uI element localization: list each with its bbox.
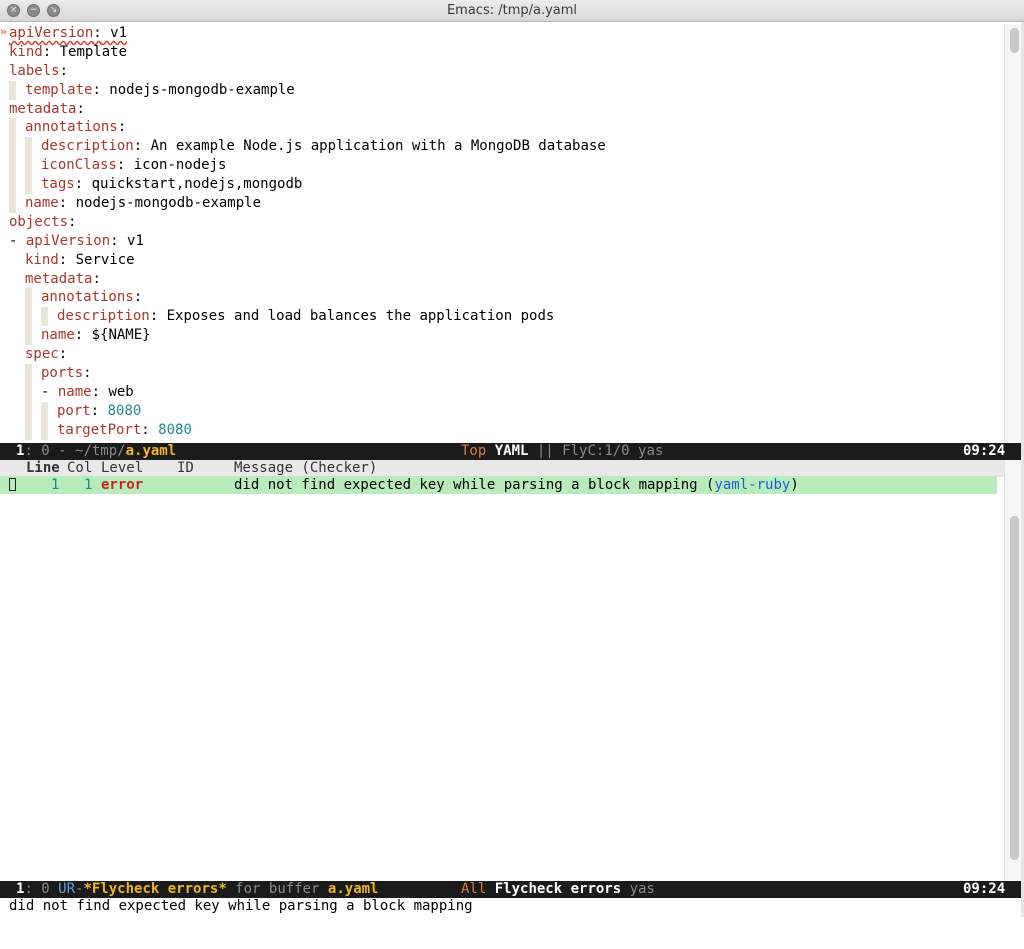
- indent-guide: [9, 80, 16, 100]
- error-col: 1: [84, 477, 93, 493]
- table-row[interactable]: 1 1 error did not find expected key whil…: [0, 476, 997, 494]
- buffer-path: ~/tmp/: [75, 443, 126, 459]
- code-line: kind: Template: [9, 43, 128, 60]
- indent-guide: [41, 307, 48, 327]
- code-line: port: 8080: [9, 401, 606, 421]
- editor-mode-line: 1: 0 - ~/tmp/a.yaml Top YAML || FlyC:1/0…: [0, 443, 1024, 460]
- indent-guide: [41, 401, 48, 421]
- title-bar: × − ↘ Emacs: /tmp/a.yaml: [0, 0, 1024, 22]
- window-title: Emacs: /tmp/a.yaml: [446, 3, 578, 18]
- indent-guide: [25, 364, 32, 383]
- code-line: name: ${NAME}: [9, 326, 606, 346]
- target-buffer-name[interactable]: a.yaml: [328, 881, 379, 897]
- buffer-name[interactable]: a.yaml: [126, 443, 177, 459]
- code-line: description: An example Node.js applicat…: [9, 137, 606, 157]
- indent-guide: [25, 382, 32, 402]
- indent-guide: [9, 137, 16, 157]
- code-line: targetPort: 8080: [9, 420, 606, 440]
- major-mode[interactable]: Flycheck errors: [495, 881, 621, 897]
- editor-scrollbar-thumb[interactable]: [1010, 28, 1019, 53]
- error-checker[interactable]: yaml-ruby: [714, 477, 790, 493]
- echo-area: did not find expected key while parsing …: [9, 898, 473, 914]
- buffer-flags: UR: [58, 881, 76, 897]
- yaml-code[interactable]: apiVersion: v1 kind: Template labels: te…: [9, 24, 606, 440]
- column-header-line[interactable]: Line: [26, 460, 60, 477]
- code-line: iconClass: icon-nodejs: [9, 156, 606, 176]
- column-header-id[interactable]: ID: [177, 460, 194, 477]
- cursor: [9, 478, 16, 491]
- indent-guide: [25, 401, 32, 421]
- indent-guide: [25, 156, 32, 176]
- buffer-name[interactable]: *Flycheck errors*: [83, 881, 226, 897]
- clock: 09:24: [963, 881, 1006, 897]
- code-line: labels:: [9, 62, 69, 79]
- minor-mode-yas[interactable]: yas: [638, 443, 663, 459]
- code-line: spec:: [25, 346, 68, 363]
- clock: 09:24: [963, 443, 1006, 459]
- code-line: objects:: [9, 213, 77, 230]
- major-mode[interactable]: YAML: [495, 443, 529, 459]
- indent-guide: [25, 137, 32, 157]
- indent-guide: [9, 118, 16, 138]
- code-line: - name: web: [9, 382, 606, 402]
- column-header-col[interactable]: Col: [67, 460, 92, 477]
- code-line: description: Exposes and load balances t…: [9, 307, 606, 327]
- code-line: apiVersion: v1: [9, 25, 128, 41]
- code-line: metadata:: [25, 270, 101, 287]
- code-line: ports:: [9, 364, 606, 383]
- indent-guide: [25, 420, 32, 440]
- error-line: 1: [51, 477, 60, 493]
- indent-guide: [25, 175, 32, 195]
- editor-pane[interactable]: » apiVersion: v1 kind: Template labels: …: [0, 22, 1024, 442]
- errors-table-header: Line Col Level ID Message (Checker): [0, 460, 1004, 477]
- code-line: - apiVersion: v1: [9, 232, 144, 249]
- code-line: annotations:: [9, 118, 606, 138]
- error-level: error: [101, 477, 144, 493]
- buffer-position: All: [461, 881, 487, 897]
- indent-guide: [25, 326, 32, 346]
- minor-mode-yas[interactable]: yas: [630, 881, 655, 897]
- indent-guide: [41, 420, 48, 440]
- errors-scrollbar-thumb[interactable]: [1010, 516, 1019, 860]
- code-line: tags: quickstart,nodejs,mongodb: [9, 175, 606, 195]
- buffer-position: Top: [461, 443, 487, 459]
- flycheck-status[interactable]: FlyC:1/0: [562, 443, 629, 459]
- error-message: did not find expected key while parsing …: [234, 477, 698, 493]
- code-line: kind: Service: [25, 251, 135, 268]
- column-header-message[interactable]: Message (Checker): [234, 460, 377, 477]
- error-fringe-icon: »: [0, 25, 7, 38]
- code-line: template: nodejs-mongodb-example: [9, 80, 606, 100]
- buffer-state: : 0 -: [24, 443, 76, 459]
- column-header-level[interactable]: Level: [101, 460, 143, 477]
- code-line: metadata:: [9, 100, 85, 117]
- indent-guide: [9, 194, 16, 213]
- code-line: annotations:: [9, 288, 606, 308]
- indent-guide: [9, 156, 16, 176]
- indent-guide: [9, 175, 16, 195]
- errors-mode-line: 1: 0 UR-*Flycheck errors* for buffer a.y…: [0, 881, 1024, 898]
- indent-guide: [25, 288, 32, 308]
- code-line: name: nodejs-mongodb-example: [9, 194, 606, 213]
- buffer-state: : 0: [24, 881, 59, 897]
- indent-guide: [25, 307, 32, 327]
